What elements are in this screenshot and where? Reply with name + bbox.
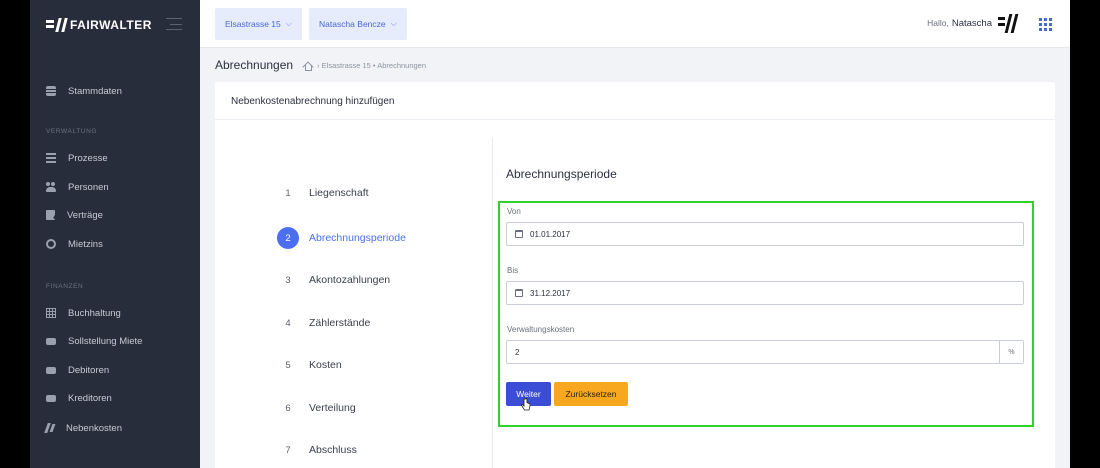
step-number: 3	[285, 274, 291, 286]
percent-suffix: %	[999, 341, 1023, 363]
step-label: Kosten	[309, 359, 342, 371]
step-label: Zählerstände	[309, 317, 371, 329]
brand-name: FAIRWALTER	[70, 18, 152, 32]
step-label: Abschluss	[309, 444, 357, 456]
step-label: Akontozahlungen	[309, 274, 391, 286]
step-label: Verteilung	[309, 402, 356, 414]
chevron-down-icon: ⌵	[390, 19, 397, 28]
step-verteilung[interactable]: 6 Verteilung	[277, 397, 477, 419]
von-date-value: 01.01.2017	[530, 229, 571, 239]
greeting-text: Hallo,	[927, 18, 949, 28]
ledger-icon	[46, 308, 56, 318]
sidebar-item-label: Buchhaltung	[68, 307, 121, 319]
bis-label: Bis	[507, 266, 519, 275]
sidebar: FAIRWALTER Stammdaten VERWALTUNG Prozess…	[30, 0, 200, 468]
step-number: 1	[285, 187, 291, 199]
calendar-icon	[515, 230, 523, 238]
step-akontozahlungen[interactable]: 3 Akontozahlungen	[277, 269, 477, 291]
sidebar-item-sollstellung-miete[interactable]: Sollstellung Miete	[46, 332, 142, 350]
sidebar-item-label: Verträge	[67, 209, 103, 221]
step-label: Liegenschaft	[309, 187, 369, 199]
sidebar-item-label: Mietzins	[68, 238, 103, 250]
topbar: Elsastrasse 15 ⌵ Natascha Bencze ⌵ Hallo…	[200, 0, 1070, 48]
fairwalter-logo-icon	[46, 18, 68, 32]
sidebar-item-vertraege[interactable]: Verträge	[46, 206, 103, 224]
users-icon	[46, 182, 56, 192]
home-icon[interactable]	[303, 61, 313, 71]
verwaltungskosten-label: Verwaltungskosten	[507, 325, 575, 334]
step-number: 4	[285, 317, 291, 329]
calendar-icon	[515, 289, 523, 297]
verwaltungskosten-value: 2	[515, 347, 520, 357]
contract-icon	[46, 210, 55, 220]
menu-toggle-icon[interactable]	[166, 18, 182, 30]
sidebar-item-kreditoren[interactable]: Kreditoren	[46, 389, 112, 407]
sidebar-item-debitoren[interactable]: Debitoren	[46, 361, 109, 379]
step-abschluss[interactable]: 7 Abschluss	[277, 439, 477, 461]
reset-button[interactable]: Zurücksetzen	[554, 382, 628, 406]
step-liegenschaft[interactable]: 1 Liegenschaft	[277, 182, 477, 204]
app-window: FAIRWALTER Stammdaten VERWALTUNG Prozess…	[30, 0, 1070, 468]
tools-icon	[44, 423, 56, 433]
sidebar-item-buchhaltung[interactable]: Buchhaltung	[46, 304, 121, 322]
sidebar-item-personen[interactable]: Personen	[46, 178, 109, 196]
sidebar-item-label: Personen	[68, 181, 109, 193]
form-section-title: Abrechnungsperiode	[506, 167, 617, 181]
column-divider	[492, 138, 493, 468]
step-kosten[interactable]: 5 Kosten	[277, 354, 477, 376]
sidebar-item-nebenkosten[interactable]: Nebenkosten	[44, 419, 122, 437]
step-number: 2	[277, 227, 299, 249]
list-icon	[46, 153, 56, 163]
step-abrechnungsperiode[interactable]: 2 Abrechnungsperiode	[277, 227, 477, 249]
step-number: 6	[285, 402, 291, 414]
user-select[interactable]: Natascha Bencze ⌵	[309, 8, 407, 40]
property-select-value: Elsastrasse 15	[225, 19, 281, 29]
sidebar-item-stammdaten[interactable]: Stammdaten	[46, 82, 122, 100]
brand-logo[interactable]: FAIRWALTER	[46, 17, 152, 33]
wizard-card: Nebenkostenabrechnung hinzufügen 1 Liege…	[215, 82, 1055, 468]
fairwalter-logo-icon	[998, 14, 1020, 34]
step-zaehlerstaende[interactable]: 4 Zählerstände	[277, 312, 477, 334]
breadcrumb: Abrechnungen › Elsastrasse 15 • Abrechnu…	[215, 58, 426, 72]
sidebar-item-prozesse[interactable]: Prozesse	[46, 149, 108, 167]
card-header: Nebenkostenabrechnung hinzufügen	[215, 82, 1055, 120]
money-icon	[46, 395, 56, 402]
card-title: Nebenkostenabrechnung hinzufügen	[231, 96, 395, 107]
sidebar-item-label: Kreditoren	[68, 392, 112, 404]
coins-icon	[46, 239, 56, 249]
section-label-verwaltung: VERWALTUNG	[46, 128, 98, 135]
sidebar-item-label: Sollstellung Miete	[68, 335, 143, 347]
sidebar-item-label: Nebenkosten	[66, 422, 122, 434]
property-select[interactable]: Elsastrasse 15 ⌵	[215, 8, 302, 40]
von-date-input[interactable]: 01.01.2017	[506, 222, 1024, 246]
section-label-finanzen: FINANZEN	[46, 283, 84, 290]
user-select-value: Natascha Bencze	[319, 19, 386, 29]
sidebar-item-mietzins[interactable]: Mietzins	[46, 235, 103, 253]
sidebar-item-label: Prozesse	[68, 152, 108, 164]
chevron-down-icon: ⌵	[285, 19, 292, 28]
money-icon	[46, 338, 56, 345]
page-title: Abrechnungen	[215, 58, 294, 72]
money-icon	[46, 367, 56, 374]
user-greeting[interactable]: Hallo, Natascha	[927, 18, 992, 29]
bis-date-value: 31.12.2017	[530, 288, 571, 298]
breadcrumb-path[interactable]: › Elsastrasse 15 • Abrechnungen	[317, 61, 426, 70]
greeting-user-name: Natascha	[951, 18, 992, 29]
database-icon	[46, 86, 56, 96]
sidebar-item-label: Debitoren	[68, 364, 110, 376]
apps-grid-icon[interactable]	[1039, 18, 1052, 31]
verwaltungskosten-input[interactable]: 2 %	[506, 340, 1024, 364]
sidebar-item-label: Stammdaten	[68, 85, 122, 97]
step-number: 5	[285, 359, 291, 371]
von-label: Von	[507, 207, 521, 216]
step-label: Abrechnungsperiode	[309, 232, 406, 244]
bis-date-input[interactable]: 31.12.2017	[506, 281, 1024, 305]
step-number: 7	[285, 444, 291, 456]
hand-cursor-icon	[521, 398, 531, 411]
